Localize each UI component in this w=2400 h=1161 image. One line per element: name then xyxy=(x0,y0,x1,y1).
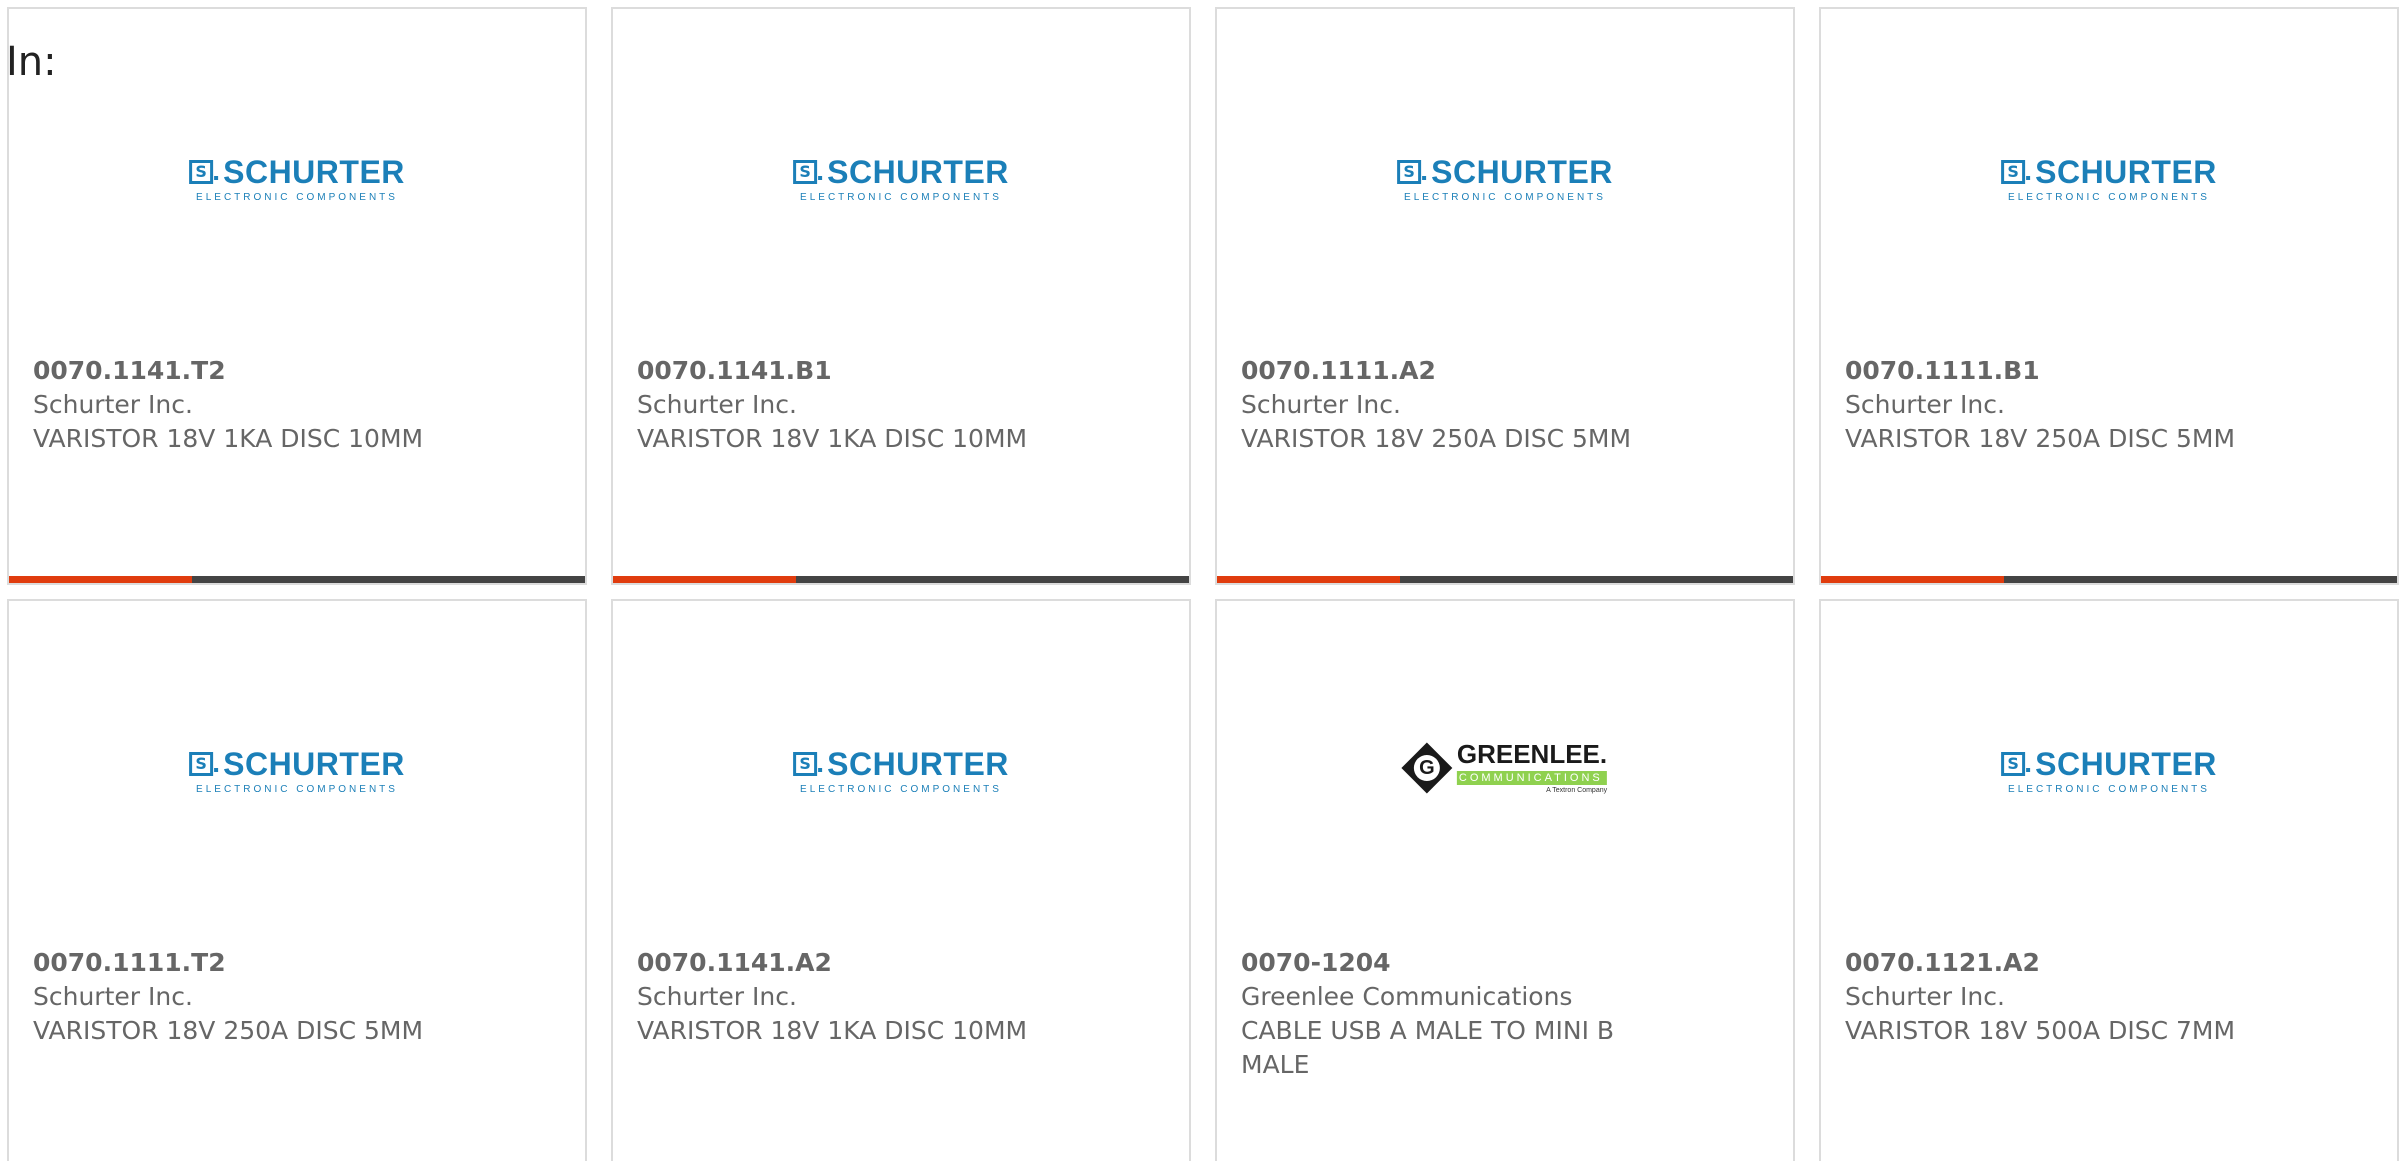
schurter-brand: SCHURTER xyxy=(827,746,1009,782)
schurter-brand: SCHURTER xyxy=(2035,154,2217,190)
schurter-tagline: ELECTRONIC COMPONENTS xyxy=(1404,192,1606,203)
schurter-tagline: ELECTRONIC COMPONENTS xyxy=(2008,192,2210,203)
in-label: In: xyxy=(6,39,57,85)
part-number[interactable]: 0070-1204 xyxy=(1241,946,1661,980)
manufacturer-name: Schurter Inc. xyxy=(637,982,797,1011)
product-card[interactable]: S SCHURTER ELECTRONIC COMPONENTS 0070.11… xyxy=(7,7,587,585)
schurter-brand: SCHURTER xyxy=(223,746,405,782)
product-description: VARISTOR 18V 250A DISC 5MM xyxy=(33,1016,424,1045)
greenlee-brand: GREENLEE. xyxy=(1456,739,1608,769)
schurter-mark-icon: S xyxy=(1397,160,1427,184)
schurter-tagline: ELECTRONIC COMPONENTS xyxy=(196,784,398,795)
schurter-logo: S SCHURTER ELECTRONIC COMPONENTS xyxy=(1397,156,1613,203)
product-info: 0070.1111.T2 Schurter Inc. VARISTOR 18V … xyxy=(33,946,453,1048)
schurter-mark-icon: S xyxy=(2001,160,2031,184)
product-description: CABLE USB A MALE TO MINI B MALE xyxy=(1241,1016,1615,1079)
schurter-brand: SCHURTER xyxy=(223,154,405,190)
part-number[interactable]: 0070.1111.T2 xyxy=(33,946,453,980)
product-info: 0070.1141.A2 Schurter Inc. VARISTOR 18V … xyxy=(637,946,1057,1048)
greenlee-sub: COMMUNICATIONS xyxy=(1456,771,1608,785)
schurter-tagline: ELECTRONIC COMPONENTS xyxy=(196,192,398,203)
part-number[interactable]: 0070.1141.A2 xyxy=(637,946,1057,980)
schurter-brand: SCHURTER xyxy=(827,154,1009,190)
manufacturer-name: Schurter Inc. xyxy=(1845,390,2005,419)
schurter-tagline: ELECTRONIC COMPONENTS xyxy=(800,784,1002,795)
schurter-mark-icon: S xyxy=(2001,752,2031,776)
greenlee-sub2: A Textron Company xyxy=(1546,787,1608,794)
product-card[interactable]: G GREENLEE. COMMUNICATIONS A Textron Com… xyxy=(1215,599,1795,1161)
product-description: VARISTOR 18V 1KA DISC 10MM xyxy=(33,424,424,453)
part-number[interactable]: 0070.1111.B1 xyxy=(1845,354,2265,388)
product-description: VARISTOR 18V 1KA DISC 10MM xyxy=(637,1016,1028,1045)
product-info: 0070.1141.T2 Schurter Inc. VARISTOR 18V … xyxy=(33,354,453,456)
card-bottom-bar xyxy=(9,576,585,583)
manufacturer-name: Schurter Inc. xyxy=(1845,982,2005,1011)
product-description: VARISTOR 18V 500A DISC 7MM xyxy=(1845,1016,2236,1045)
part-number[interactable]: 0070.1141.T2 xyxy=(33,354,453,388)
product-card[interactable]: S SCHURTER ELECTRONIC COMPONENTS 0070.11… xyxy=(1215,7,1795,585)
schurter-tagline: ELECTRONIC COMPONENTS xyxy=(800,192,1002,203)
product-card[interactable]: S SCHURTER ELECTRONIC COMPONENTS 0070.11… xyxy=(611,599,1191,1161)
greenlee-logo: G GREENLEE. COMMUNICATIONS A Textron Com… xyxy=(1401,739,1608,794)
product-card[interactable]: S SCHURTER ELECTRONIC COMPONENTS 0070.11… xyxy=(7,599,587,1161)
schurter-brand: SCHURTER xyxy=(2035,746,2217,782)
manufacturer-name: Schurter Inc. xyxy=(33,982,193,1011)
schurter-logo: S SCHURTER ELECTRONIC COMPONENTS xyxy=(189,156,405,203)
schurter-logo: S SCHURTER ELECTRONIC COMPONENTS xyxy=(2001,156,2217,203)
product-grid-page: In: S SCHURTER ELECTRONIC COMPONENTS 007… xyxy=(0,0,2400,1161)
schurter-tagline: ELECTRONIC COMPONENTS xyxy=(2008,784,2210,795)
manufacturer-name: Schurter Inc. xyxy=(637,390,797,419)
card-bottom-bar xyxy=(1821,576,2397,583)
card-accent-bar xyxy=(9,576,192,583)
product-grid: S SCHURTER ELECTRONIC COMPONENTS 0070.11… xyxy=(7,7,2399,1161)
schurter-logo: S SCHURTER ELECTRONIC COMPONENTS xyxy=(793,748,1009,795)
product-info: 0070.1111.A2 Schurter Inc. VARISTOR 18V … xyxy=(1241,354,1661,456)
product-info: 0070.1111.B1 Schurter Inc. VARISTOR 18V … xyxy=(1845,354,2265,456)
manufacturer-name: Greenlee Communications xyxy=(1241,982,1573,1011)
greenlee-mark-icon: G xyxy=(1401,742,1453,793)
schurter-mark-icon: S xyxy=(793,752,823,776)
schurter-logo: S SCHURTER ELECTRONIC COMPONENTS xyxy=(2001,748,2217,795)
schurter-mark-icon: S xyxy=(189,160,219,184)
product-info: 0070.1121.A2 Schurter Inc. VARISTOR 18V … xyxy=(1845,946,2265,1048)
card-accent-bar xyxy=(613,576,796,583)
schurter-mark-icon: S xyxy=(189,752,219,776)
product-description: VARISTOR 18V 250A DISC 5MM xyxy=(1845,424,2236,453)
product-info: 0070-1204 Greenlee Communications CABLE … xyxy=(1241,946,1661,1082)
schurter-brand: SCHURTER xyxy=(1431,154,1613,190)
product-description: VARISTOR 18V 250A DISC 5MM xyxy=(1241,424,1632,453)
product-card[interactable]: S SCHURTER ELECTRONIC COMPONENTS 0070.11… xyxy=(611,7,1191,585)
product-card[interactable]: S SCHURTER ELECTRONIC COMPONENTS 0070.11… xyxy=(1819,599,2399,1161)
schurter-mark-icon: S xyxy=(793,160,823,184)
product-description: VARISTOR 18V 1KA DISC 10MM xyxy=(637,424,1028,453)
schurter-logo: S SCHURTER ELECTRONIC COMPONENTS xyxy=(793,156,1009,203)
card-accent-bar xyxy=(1821,576,2004,583)
card-bottom-bar xyxy=(1217,576,1793,583)
part-number[interactable]: 0070.1141.B1 xyxy=(637,354,1057,388)
card-accent-bar xyxy=(1217,576,1400,583)
card-bottom-bar xyxy=(613,576,1189,583)
product-card[interactable]: S SCHURTER ELECTRONIC COMPONENTS 0070.11… xyxy=(1819,7,2399,585)
part-number[interactable]: 0070.1121.A2 xyxy=(1845,946,2265,980)
part-number[interactable]: 0070.1111.A2 xyxy=(1241,354,1661,388)
schurter-logo: S SCHURTER ELECTRONIC COMPONENTS xyxy=(189,748,405,795)
manufacturer-name: Schurter Inc. xyxy=(33,390,193,419)
product-info: 0070.1141.B1 Schurter Inc. VARISTOR 18V … xyxy=(637,354,1057,456)
manufacturer-name: Schurter Inc. xyxy=(1241,390,1401,419)
